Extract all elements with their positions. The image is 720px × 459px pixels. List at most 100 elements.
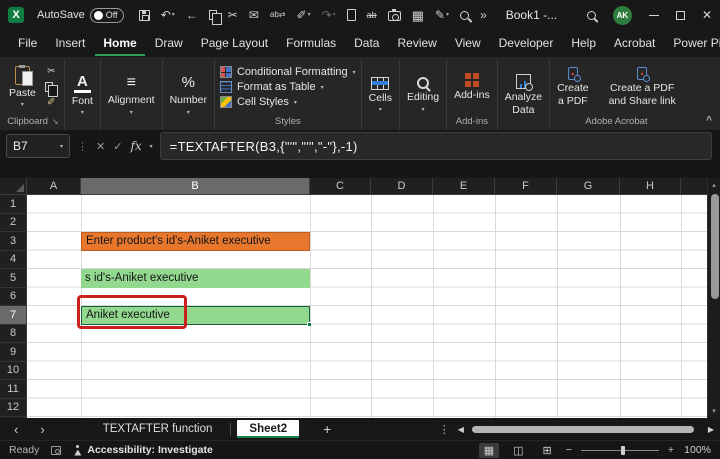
collapse-ribbon-icon[interactable]	[706, 115, 712, 126]
copy-icon[interactable]	[209, 10, 217, 20]
save-icon[interactable]	[139, 10, 150, 21]
horizontal-scrollbar[interactable]	[472, 425, 700, 434]
insert-function-icon[interactable]: fx	[130, 139, 141, 153]
row-header-6[interactable]: 6	[0, 288, 27, 307]
tab-page-layout[interactable]: Page Layout	[193, 31, 276, 56]
row-header-2[interactable]: 2	[0, 214, 27, 233]
scroll-up-icon[interactable]	[708, 181, 720, 189]
macro-record-icon[interactable]	[51, 446, 61, 455]
page-break-view-icon[interactable]	[538, 443, 557, 458]
column-header-h[interactable]: H	[620, 178, 681, 195]
editing-button[interactable]: Editing	[402, 75, 444, 114]
tab-developer[interactable]: Developer	[491, 31, 562, 56]
row-header-5[interactable]: 5	[0, 269, 27, 288]
create-pdf-share-button[interactable]: Create a PDF and Share link	[604, 65, 681, 108]
cut-icon[interactable]	[228, 9, 238, 21]
column-header-g[interactable]: G	[557, 178, 620, 195]
cancel-entry-icon[interactable]	[96, 140, 105, 153]
scroll-down-icon[interactable]	[708, 407, 720, 415]
tab-formulas[interactable]: Formulas	[278, 31, 344, 56]
tab-file[interactable]: File	[10, 31, 45, 56]
avatar[interactable]: AK	[613, 6, 632, 25]
minimize-button[interactable]	[649, 15, 659, 16]
format-painter-small-icon[interactable]	[47, 97, 55, 108]
page-layout-view-icon[interactable]	[508, 443, 528, 458]
cells-area[interactable]: Enter product's id's-Aniket executive s …	[27, 195, 707, 418]
sheet-options-icon[interactable]	[439, 420, 450, 438]
alignment-button[interactable]: Alignment	[103, 72, 160, 117]
tab-view[interactable]: View	[447, 31, 489, 56]
row-header-12[interactable]: 12	[0, 399, 27, 418]
zoom-level[interactable]: 100%	[683, 444, 711, 456]
camera-icon[interactable]	[388, 9, 401, 21]
zoom-slider[interactable]	[581, 450, 659, 451]
row-header-8[interactable]: 8	[0, 325, 27, 344]
row-header-3[interactable]: 3	[0, 232, 27, 251]
maximize-button[interactable]	[676, 11, 685, 20]
fill-handle[interactable]	[307, 322, 312, 327]
add-sheet-icon[interactable]	[313, 421, 341, 437]
addins-button[interactable]: Add-ins	[449, 71, 495, 103]
column-header-f[interactable]: F	[495, 178, 557, 195]
normal-view-icon[interactable]	[479, 443, 499, 458]
undo-icon[interactable]: ▾	[161, 9, 175, 21]
row-header-9[interactable]: 9	[0, 343, 27, 362]
formula-input[interactable]: =TEXTAFTER(B3,{"'","'","-"},-1)	[160, 132, 712, 160]
borders-icon[interactable]	[412, 9, 424, 22]
column-header-c[interactable]: C	[310, 178, 371, 195]
autosave-toggle[interactable]: Off	[90, 8, 124, 23]
column-header-b[interactable]: B	[81, 178, 310, 195]
row-header-13[interactable]: 13	[0, 417, 27, 418]
person-search-icon[interactable]	[460, 11, 469, 20]
next-sheet-icon[interactable]	[32, 422, 52, 437]
tab-home[interactable]: Home	[95, 31, 144, 56]
font-button[interactable]: Font	[67, 72, 98, 118]
tab-draw[interactable]: Draw	[147, 31, 191, 56]
email-icon[interactable]	[249, 9, 259, 21]
paste-button[interactable]: Paste	[4, 64, 41, 110]
more-commands-icon[interactable]	[480, 9, 487, 21]
confirm-entry-icon[interactable]	[113, 140, 122, 153]
tab-insert[interactable]: Insert	[47, 31, 93, 56]
accessibility-status[interactable]: Accessibility: Investigate	[73, 444, 212, 456]
column-header-d[interactable]: D	[371, 178, 433, 195]
zoom-out-icon[interactable]	[566, 444, 572, 456]
strikethrough-icon[interactable]	[367, 11, 377, 20]
vertical-scrollbar[interactable]	[707, 178, 720, 418]
search-icon[interactable]	[587, 11, 596, 20]
vertical-scroll-thumb[interactable]	[711, 194, 719, 299]
tab-acrobat[interactable]: Acrobat	[606, 31, 663, 56]
row-header-7[interactable]: 7	[0, 306, 27, 325]
row-header-1[interactable]: 1	[0, 195, 27, 214]
hscroll-left-icon[interactable]	[458, 425, 464, 434]
close-button[interactable]	[702, 8, 712, 22]
tab-review[interactable]: Review	[389, 31, 444, 56]
select-all-corner[interactable]	[0, 178, 27, 195]
create-pdf-button[interactable]: Create a PDF	[552, 65, 594, 108]
column-header-a[interactable]: A	[27, 178, 81, 195]
cells-button[interactable]: Cells	[364, 75, 397, 115]
prev-sheet-icon[interactable]	[6, 422, 26, 437]
find-replace-icon[interactable]	[270, 11, 286, 19]
tab-data[interactable]: Data	[346, 31, 387, 56]
analyze-data-button[interactable]: Analyze Data	[500, 72, 547, 117]
conditional-formatting-button[interactable]: Conditional Formatting	[217, 65, 359, 80]
zoom-in-icon[interactable]	[668, 444, 674, 456]
column-header-e[interactable]: E	[433, 178, 495, 195]
format-painter-icon[interactable]: ▾	[297, 9, 311, 21]
back-icon[interactable]	[186, 9, 198, 21]
cell-b5[interactable]: s id's-Aniket executive	[81, 269, 310, 288]
draw-pen-icon[interactable]: ▾	[435, 9, 449, 21]
tab-power-pivot[interactable]: Power Pivot	[665, 31, 720, 56]
hscroll-right-icon[interactable]	[708, 425, 714, 434]
sheet-tab-sheet2[interactable]: Sheet2	[237, 420, 299, 439]
cut-small-icon[interactable]	[47, 66, 55, 77]
cell-styles-button[interactable]: Cell Styles	[217, 95, 300, 110]
redo-icon[interactable]: ▾	[322, 9, 336, 21]
clipboard-dialog-launcher-icon[interactable]	[52, 116, 59, 127]
cell-b3[interactable]: Enter product's id's-Aniket executive	[81, 232, 310, 251]
row-header-4[interactable]: 4	[0, 251, 27, 270]
new-file-icon[interactable]	[347, 9, 356, 21]
tab-help[interactable]: Help	[563, 31, 604, 56]
sheet-tab-textafter-function[interactable]: TEXTAFTER function	[91, 420, 225, 439]
